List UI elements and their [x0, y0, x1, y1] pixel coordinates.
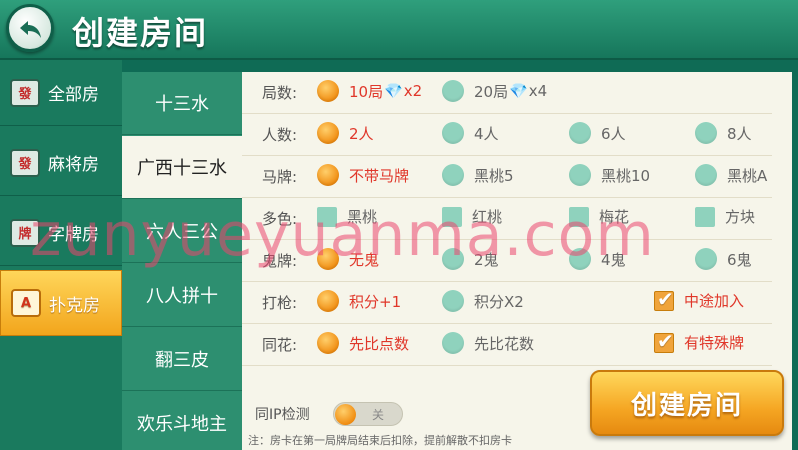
- flush-row: 同花: 先比点数 先比花数 有特殊牌: [242, 324, 772, 366]
- players-option-4[interactable]: 4人: [442, 122, 499, 144]
- mahjong-tile-icon: 發: [10, 78, 40, 107]
- horse-option-spade5[interactable]: 黑桃5: [442, 164, 514, 186]
- radio: [442, 248, 464, 270]
- radio: [569, 122, 591, 144]
- shoot-row: 打枪: 积分+1 积分X2 中途加入: [242, 282, 772, 324]
- multicolor-option-diamond[interactable]: 方块: [695, 206, 755, 227]
- players-row: 人数: 2人 4人 6人 8人: [242, 114, 772, 156]
- game-item-six-sangong[interactable]: 六人三公: [122, 200, 242, 263]
- same-ip-check-label: 同IP检测: [255, 407, 310, 423]
- category-poker-rooms[interactable]: A 扑克房: [0, 270, 122, 336]
- category-sidebar: 發 全部房 發 麻将房 牌 字牌房 A 扑克房: [0, 60, 122, 450]
- players-option-8[interactable]: 8人: [695, 122, 752, 144]
- radio: [442, 80, 464, 102]
- radio: [695, 164, 717, 186]
- ghost-option-4[interactable]: 4鬼: [569, 248, 626, 270]
- game-item-thirteen[interactable]: 十三水: [122, 72, 242, 135]
- ghost-option-none[interactable]: 无鬼: [317, 248, 379, 270]
- game-list: 十三水 广西十三水 六人三公 八人拼十 翻三皮 欢乐斗地主: [122, 72, 242, 450]
- special-cards-checkbox[interactable]: 有特殊牌: [654, 329, 744, 353]
- ghost-card-label: 鬼牌:: [262, 252, 298, 270]
- checkbox: [569, 206, 589, 227]
- rounds-option-20[interactable]: 20局 💎 x4: [442, 80, 547, 102]
- ghost-option-6[interactable]: 6鬼: [695, 248, 752, 270]
- multicolor-label: 多色:: [262, 210, 298, 228]
- checkbox-checked: [654, 287, 674, 311]
- horse-card-label: 马牌:: [262, 168, 298, 186]
- back-arrow-icon: [20, 21, 41, 38]
- radio: [442, 122, 464, 144]
- create-room-button[interactable]: 创建房间: [590, 370, 784, 436]
- shoot-option-x2[interactable]: 积分X2: [442, 290, 524, 312]
- players-option-6[interactable]: 6人: [569, 122, 626, 144]
- game-item-fansanpi[interactable]: 翻三皮: [122, 328, 242, 391]
- category-label: 全部房: [48, 85, 99, 105]
- game-item-eight-pinshi[interactable]: 八人拼十: [122, 264, 242, 327]
- checkbox: [695, 206, 715, 227]
- horse-option-none[interactable]: 不带马牌: [317, 164, 409, 186]
- radio-selected: [317, 248, 339, 270]
- radio: [569, 164, 591, 186]
- category-label: 扑克房: [49, 295, 100, 316]
- toggle-state-label: 关: [372, 408, 385, 422]
- join-midway-checkbox[interactable]: 中途加入: [654, 287, 744, 311]
- radio-selected: [317, 122, 339, 144]
- shoot-label: 打枪:: [262, 294, 298, 312]
- back-button[interactable]: [6, 4, 54, 52]
- multicolor-option-heart[interactable]: 红桃: [442, 206, 502, 227]
- header-bar: 创建房间: [0, 0, 798, 60]
- flush-option-suits-first[interactable]: 先比花数: [442, 332, 534, 354]
- radio: [695, 248, 717, 270]
- horse-card-row: 马牌: 不带马牌 黑桃5 黑桃10 黑桃A: [242, 156, 772, 198]
- horse-option-spade10[interactable]: 黑桃10: [569, 164, 650, 186]
- poker-cards-icon: A: [11, 289, 41, 317]
- ghost-option-2[interactable]: 2鬼: [442, 248, 499, 270]
- ghost-card-row: 鬼牌: 无鬼 2鬼 4鬼 6鬼: [242, 240, 772, 282]
- rounds-option-10[interactable]: 10局 💎 x2: [317, 80, 422, 102]
- category-label: 字牌房: [48, 225, 99, 245]
- radio-selected: [317, 332, 339, 354]
- flush-option-points-first[interactable]: 先比点数: [317, 332, 409, 354]
- category-word-card-rooms[interactable]: 牌 字牌房: [0, 200, 122, 266]
- category-mahjong-rooms[interactable]: 發 麻将房: [0, 130, 122, 196]
- radio: [442, 332, 464, 354]
- radio-selected: [317, 164, 339, 186]
- multicolor-option-spade[interactable]: 黑桃: [317, 206, 377, 227]
- multicolor-row: 多色: 黑桃 红桃 梅花 方块: [242, 198, 772, 240]
- shoot-option-plus1[interactable]: 积分+1: [317, 290, 401, 312]
- same-ip-check-toggle[interactable]: 关: [333, 402, 403, 426]
- checkbox: [442, 206, 462, 227]
- radio-selected: [317, 80, 339, 102]
- page-title: 创建房间: [72, 14, 209, 52]
- category-all-rooms[interactable]: 發 全部房: [0, 60, 122, 126]
- checkbox-checked: [654, 329, 674, 353]
- rounds-label: 局数:: [262, 84, 298, 102]
- game-item-guangxi-thirteen[interactable]: 广西十三水: [122, 136, 242, 199]
- category-label: 麻将房: [48, 155, 99, 175]
- horse-option-spadeA[interactable]: 黑桃A: [695, 164, 767, 186]
- checkbox: [317, 206, 337, 227]
- rounds-row: 局数: 10局 💎 x2 20局 💎 x4: [242, 72, 772, 114]
- word-cards-icon: 牌: [10, 218, 40, 247]
- radio-selected: [317, 290, 339, 312]
- toggle-knob: [335, 404, 356, 425]
- flush-label: 同花:: [262, 336, 298, 354]
- players-label: 人数:: [262, 126, 298, 144]
- diamond-icon: 💎: [384, 82, 403, 100]
- players-option-2[interactable]: 2人: [317, 122, 374, 144]
- radio: [695, 122, 717, 144]
- radio: [442, 164, 464, 186]
- room-card-note: 注：房卡在第一局牌局结束后扣除，提前解散不扣房卡: [248, 434, 512, 447]
- mahjong-tile-icon: 發: [10, 148, 40, 177]
- diamond-icon: 💎: [509, 82, 528, 100]
- radio: [569, 248, 591, 270]
- multicolor-option-club[interactable]: 梅花: [569, 206, 629, 227]
- radio: [442, 290, 464, 312]
- game-item-doudizhu[interactable]: 欢乐斗地主: [122, 392, 242, 450]
